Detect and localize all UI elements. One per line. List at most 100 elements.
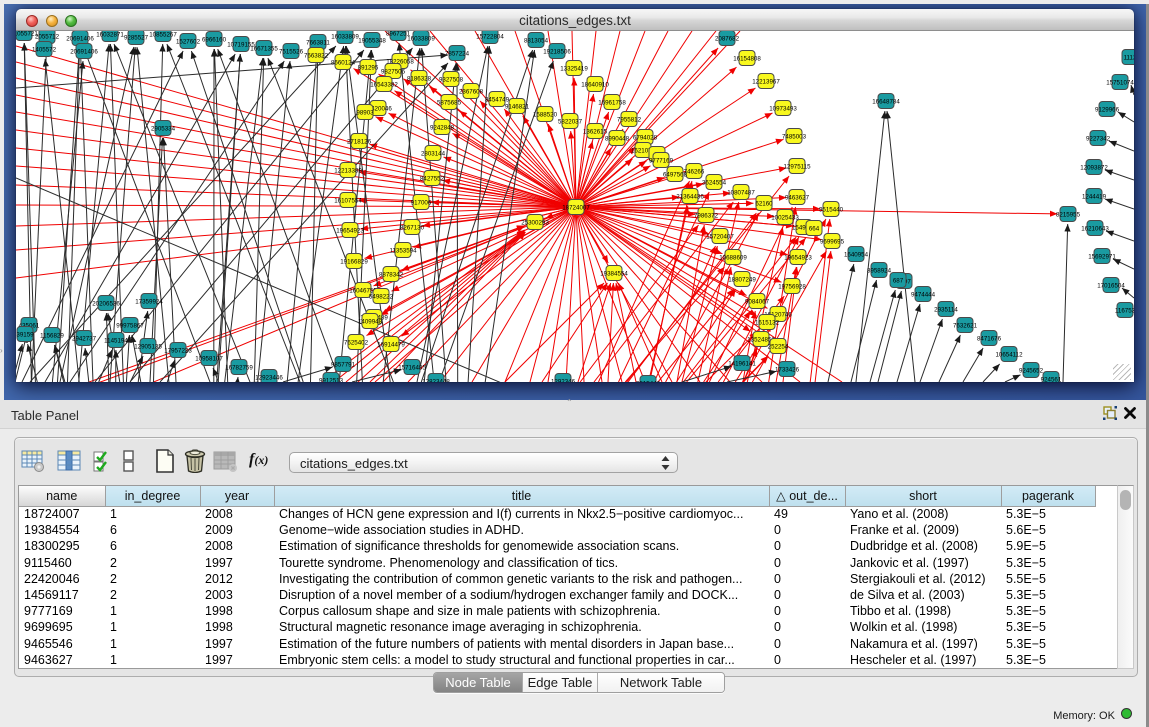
svg-text:9857791: 9857791 — [331, 361, 356, 368]
svg-text:16782759: 16782759 — [225, 364, 253, 371]
svg-text:19654923: 19654923 — [784, 254, 812, 261]
svg-text:1527602: 1527602 — [176, 38, 201, 45]
svg-text:7663811: 7663811 — [306, 39, 330, 46]
svg-text:7986372: 7986372 — [694, 212, 719, 219]
svg-text:16032871: 16032871 — [96, 31, 124, 38]
svg-text:116753: 116753 — [1115, 307, 1134, 314]
svg-text:6794028: 6794028 — [633, 134, 658, 141]
svg-text:20206536: 20206536 — [92, 300, 120, 307]
svg-text:19756928: 19756928 — [778, 283, 806, 290]
svg-text:1244419: 1244419 — [1082, 193, 1107, 200]
svg-text:9245652: 9245652 — [1019, 367, 1044, 374]
svg-text:20691406: 20691406 — [66, 35, 94, 42]
svg-text:9777169: 9777169 — [649, 157, 674, 164]
svg-text:8660124: 8660124 — [331, 59, 356, 66]
svg-text:8186328: 8186328 — [407, 75, 432, 82]
svg-text:19218506: 19218506 — [543, 48, 571, 55]
svg-text:9084067: 9084067 — [745, 298, 770, 305]
svg-text:1292346: 1292346 — [551, 378, 576, 382]
svg-text:17359924: 17359924 — [135, 298, 163, 305]
svg-text:2367608: 2367608 — [459, 88, 484, 95]
svg-text:16210643: 16210643 — [1081, 225, 1109, 232]
svg-text:12923446: 12923446 — [255, 374, 283, 381]
svg-text:9912513: 9912513 — [319, 377, 344, 382]
svg-text:7625402: 7625402 — [344, 339, 369, 346]
svg-text:12975115: 12975115 — [783, 163, 811, 170]
svg-text:8958924: 8958924 — [867, 267, 892, 274]
svg-text:18640910: 18640910 — [581, 81, 609, 88]
svg-text:18807249: 18807249 — [728, 276, 756, 283]
svg-text:2055712: 2055712 — [35, 33, 60, 40]
svg-text:9146821: 9146821 — [505, 103, 530, 110]
svg-text:62160: 62160 — [755, 200, 773, 207]
svg-text:12213967: 12213967 — [752, 78, 780, 85]
svg-text:8454749: 8454749 — [485, 96, 510, 103]
svg-text:5822037: 5822037 — [558, 118, 583, 125]
svg-text:5498222: 5498222 — [369, 293, 394, 300]
svg-text:1156829: 1156829 — [40, 332, 64, 339]
svg-text:9474444: 9474444 — [911, 291, 936, 298]
svg-text:9242848: 9242848 — [430, 124, 455, 131]
svg-text:15692971: 15692971 — [1088, 253, 1116, 260]
svg-text:1588520: 1588520 — [533, 111, 558, 118]
svg-text:1362615: 1362615 — [583, 128, 608, 135]
svg-text:99975867: 99975867 — [116, 322, 144, 329]
svg-text:1640954: 1640954 — [844, 251, 869, 258]
svg-text:2942737: 2942737 — [72, 335, 97, 342]
svg-text:14196141: 14196141 — [728, 360, 756, 367]
svg-text:98903: 98903 — [356, 109, 374, 116]
svg-text:10654112: 10654112 — [995, 351, 1023, 358]
svg-text:8813054: 8813054 — [524, 37, 549, 44]
svg-text:10855267: 10855267 — [149, 31, 177, 38]
svg-text:2935114: 2935114 — [934, 306, 958, 313]
svg-text:16961758: 16961758 — [598, 99, 626, 106]
svg-text:1112: 1112 — [1124, 54, 1134, 61]
svg-text:8267130: 8267130 — [400, 224, 425, 231]
svg-text:25300293: 25300293 — [521, 219, 549, 226]
svg-text:9227342: 9227342 — [1086, 135, 1111, 142]
svg-text:687: 687 — [893, 277, 904, 284]
svg-text:15720407: 15720407 — [706, 233, 734, 240]
svg-text:1615132: 1615132 — [755, 319, 780, 326]
svg-text:1733426: 1733426 — [775, 366, 800, 373]
svg-text:2087682: 2087682 — [715, 35, 740, 42]
svg-text:16033809: 16033809 — [331, 33, 359, 40]
svg-text:6497568: 6497568 — [663, 171, 688, 178]
svg-text:10973493: 10973493 — [769, 105, 797, 112]
svg-text:8427552: 8427552 — [420, 175, 445, 182]
svg-text:19654923: 19654923 — [336, 227, 364, 234]
svg-text:664: 664 — [809, 225, 820, 232]
svg-text:15716485: 15716485 — [398, 364, 426, 371]
svg-text:9463627: 9463627 — [785, 194, 810, 201]
svg-text:16648784: 16648784 — [872, 98, 900, 105]
svg-text:9285527: 9285527 — [124, 34, 149, 41]
svg-text:3624554: 3624554 — [702, 179, 727, 186]
svg-text:5875685: 5875685 — [437, 99, 462, 106]
svg-text:1145194: 1145194 — [104, 337, 128, 344]
svg-text:16914479: 16914479 — [377, 341, 405, 348]
svg-text:11353594: 11353594 — [389, 247, 417, 254]
svg-text:7955812: 7955812 — [617, 116, 642, 123]
svg-text:17016504: 17016504 — [1097, 282, 1125, 289]
svg-text:8215955: 8215955 — [1056, 211, 1081, 218]
svg-text:12823448: 12823448 — [422, 378, 450, 382]
svg-text:15722804: 15722804 — [476, 33, 504, 40]
svg-text:16543382: 16543382 — [370, 81, 398, 88]
svg-text:10958107: 10958107 — [195, 355, 223, 362]
svg-text:9515440: 9515440 — [819, 206, 844, 213]
svg-text:8878342: 8878342 — [379, 271, 404, 278]
svg-text:891295: 891295 — [358, 64, 379, 71]
svg-text:16033809: 16033809 — [407, 35, 435, 42]
svg-text:7485003: 7485003 — [782, 133, 807, 140]
svg-text:7515526: 7515526 — [279, 48, 304, 55]
svg-text:9327508: 9327508 — [439, 76, 464, 83]
svg-text:10807487: 10807487 — [727, 189, 755, 196]
svg-text:8471676: 8471676 — [977, 335, 1002, 342]
svg-text:12213389: 12213389 — [334, 167, 362, 174]
svg-text:1405572: 1405572 — [32, 46, 57, 53]
svg-text:2718126: 2718126 — [347, 138, 372, 145]
svg-text:16107554: 16107554 — [334, 197, 362, 204]
svg-text:10025433: 10025433 — [771, 214, 799, 221]
svg-text:9515440: 9515440 — [636, 380, 661, 382]
svg-text:21364436: 21364436 — [676, 193, 704, 200]
